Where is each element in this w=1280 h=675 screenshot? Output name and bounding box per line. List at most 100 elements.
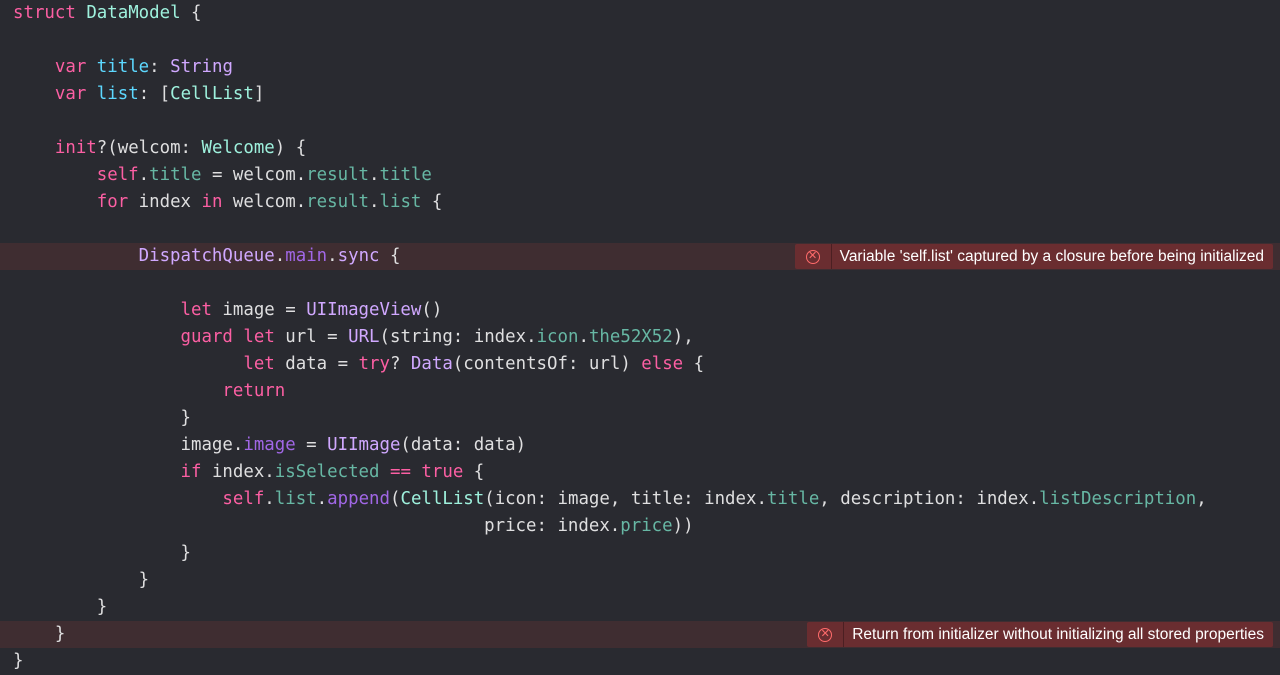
code-token: : [ (138, 84, 171, 104)
code-line: self.title = welcom.result.title (0, 162, 1280, 189)
code-token: title (379, 165, 432, 185)
code-token: guard (180, 327, 233, 347)
code-token: true (421, 462, 464, 482)
code-token: () (421, 300, 443, 320)
code-token: title (149, 165, 202, 185)
code-token: Welcome (201, 138, 275, 158)
code-token: { (379, 246, 401, 266)
code-line: let image = UIImageView() (0, 297, 1280, 324)
code-line: init?(welcom: Welcome) { (0, 135, 1280, 162)
error-banner[interactable]: ✕ Variable 'self.list' captured by a clo… (794, 244, 1273, 269)
error-banner[interactable]: ✕ Return from initializer without initia… (807, 622, 1273, 647)
code-token: icon (536, 327, 579, 347)
code-token: , description: index. (819, 489, 1040, 509)
code-token: DataModel (86, 3, 181, 23)
code-token: try (358, 354, 390, 374)
error-icon: ✕ (805, 249, 820, 264)
code-token: result (306, 192, 370, 212)
code-token: data = (274, 354, 359, 374)
code-token: Data (410, 354, 453, 374)
code-token: { (463, 462, 485, 482)
code-token: UIImageView (306, 300, 422, 320)
code-token: in (201, 192, 223, 212)
code-token: price (620, 516, 673, 536)
code-token: isSelected (274, 462, 380, 482)
code-token: self (96, 165, 139, 185)
code-token: } (13, 408, 191, 428)
code-token: : (149, 57, 171, 77)
code-token: URL (348, 327, 380, 347)
code-token: the52X52 (588, 327, 673, 347)
code-token: . (316, 489, 328, 509)
code-editor[interactable]: struct DataModel { var title: String var… (0, 0, 1280, 675)
code-token: let (243, 354, 275, 374)
code-line: return (0, 378, 1280, 405)
code-line: } (0, 540, 1280, 567)
code-token: else (641, 354, 684, 374)
code-token: ( (389, 489, 401, 509)
code-token: (string: index. (379, 327, 537, 347)
code-token: self (222, 489, 265, 509)
code-token: ), (672, 327, 694, 347)
code-token: sync (337, 246, 380, 266)
code-token: title (96, 57, 150, 77)
code-token: { (421, 192, 443, 212)
code-token: list (379, 192, 422, 212)
code-token: list (274, 489, 317, 509)
code-token: struct (13, 3, 76, 23)
code-token: title (766, 489, 820, 509)
code-token: . (369, 165, 380, 185)
code-token: )) (672, 516, 694, 536)
code-token: . (274, 246, 286, 266)
code-token: image. (13, 435, 244, 455)
code-line: } (0, 648, 1280, 675)
code-token: CellList (400, 489, 485, 509)
code-token: ? (389, 354, 411, 374)
code-line: image.image = UIImage(data: data) (0, 432, 1280, 459)
code-token: DispatchQueue (138, 246, 275, 266)
error-icon-container[interactable]: ✕ (795, 244, 832, 269)
error-message: Return from initializer without initiali… (852, 625, 1264, 643)
code-token: = (295, 435, 328, 455)
code-token: . (369, 192, 380, 212)
code-line: var list: [CellList] (0, 81, 1280, 108)
code-token: main (285, 246, 328, 266)
code-line: if index.isSelected == true { (0, 459, 1280, 486)
code-line: let data = try? Data(contentsOf: url) el… (0, 351, 1280, 378)
code-token: for (96, 192, 129, 212)
code-token: . (327, 246, 338, 266)
code-token: welcom. (222, 192, 307, 212)
code-token: let (243, 327, 275, 347)
code-line: price: index.price)) (0, 513, 1280, 540)
code-token: price: index. (13, 516, 621, 536)
code-token: return (222, 381, 286, 401)
code-token: append (327, 489, 390, 509)
code-token: let (180, 300, 212, 320)
code-line: } (0, 567, 1280, 594)
error-icon-container[interactable]: ✕ (807, 622, 845, 647)
code-token: } (13, 597, 108, 617)
error-message: Variable 'self.list' captured by a closu… (839, 247, 1264, 265)
code-token: result (306, 165, 370, 185)
code-token: listDescription (1039, 489, 1197, 509)
code-token: , (1196, 489, 1207, 509)
code-token: (contentsOf: url) (452, 354, 642, 374)
